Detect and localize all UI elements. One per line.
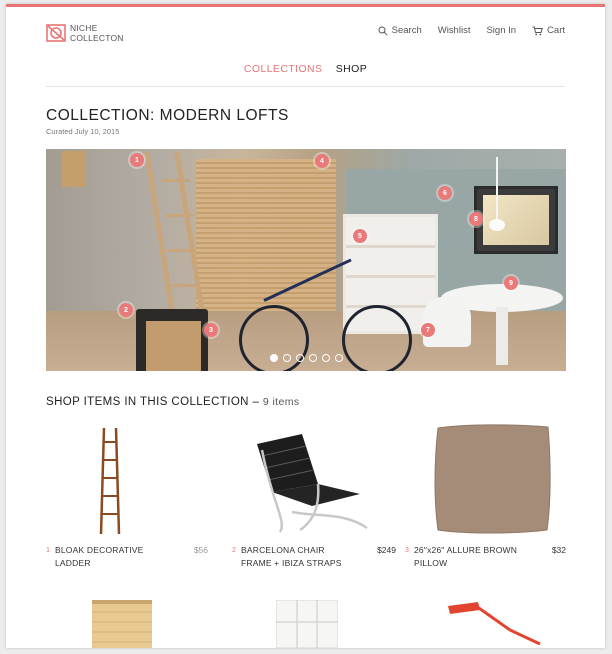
carousel-dot-3[interactable] [295,354,304,362]
product-number: 3 [405,547,409,554]
shelf-line [346,275,435,278]
signin-label: Sign In [486,25,517,36]
hero-wall-box [62,151,86,187]
utility-nav: Search Wishlist Sign In Cart [362,25,565,36]
wishlist-label: Wishlist [437,25,471,36]
search-icon [378,26,388,36]
logo-line-1: NICHE [70,23,98,33]
logo[interactable]: NICHE COLLECTON [46,23,124,43]
hero-ladder-rung [171,284,199,287]
shelf-illustration [275,599,339,648]
hero-tv [474,186,558,254]
nav-shop[interactable]: SHOP [336,63,367,75]
carousel-dot-2[interactable] [282,354,291,362]
product-card[interactable]: 3 26"x26" ALLURE BROWN PILLOW $32 [405,422,566,568]
pillow-illustration [434,424,551,534]
product-price: $32 [551,545,566,555]
top-accent-bar [6,4,605,7]
cart-link[interactable]: Cart [532,25,565,36]
product-number: 1 [46,547,50,554]
hotspot-pin-5[interactable]: 5 [353,229,367,243]
hero-white-chair [423,297,471,347]
product-card[interactable]: 2 BARCELONA CHAIR FRAME + IBIZA STRAPS $… [232,422,396,568]
hotspot-pin-8[interactable]: 8 [469,212,483,226]
product-name[interactable]: BLOAK DECORATIVE LADDER [55,544,165,570]
product-card[interactable]: 1 BLOAK DECORATIVE LADDER $56 [46,422,208,568]
main-nav: COLLECTIONS SHOP [6,63,605,75]
nav-collections[interactable]: COLLECTIONS [244,63,323,75]
hero-ladder-rail [144,151,177,326]
carousel-dot-1[interactable] [269,354,278,362]
search-link[interactable]: Search [378,25,422,36]
hotspot-pin-7[interactable]: 7 [421,323,435,337]
hotspot-pin-3[interactable]: 3 [204,323,218,337]
product-price: $56 [193,545,208,555]
shelf-line [346,245,435,248]
hotspot-pin-6[interactable]: 6 [438,186,452,200]
hero-chair-cushion [146,321,201,371]
carousel-dot-5[interactable] [321,354,330,362]
hotspot-pin-2[interactable]: 2 [119,303,133,317]
page: NICHE COLLECTON Search Wishlist Sign In … [6,4,605,648]
cart-icon [532,26,543,35]
product-image-lamp[interactable] [440,600,550,648]
product-price: $249 [377,545,396,555]
shop-heading: SHOP ITEMS IN THIS COLLECTION – 9 items [46,396,300,408]
carousel-dot-4[interactable] [308,354,317,362]
wishlist-link[interactable]: Wishlist [438,25,471,36]
chair-illustration [257,434,368,533]
hotspot-pin-1[interactable]: 1 [130,153,144,167]
cart-label: Cart [547,25,565,36]
search-label: Search [391,25,422,36]
curated-date: Curated July 10, 2015 [46,127,120,136]
product-name[interactable]: BARCELONA CHAIR FRAME + IBIZA STRAPS [241,544,351,570]
page-title: COLLECTION: MODERN LOFTS [46,107,289,124]
nav-divider [46,86,565,87]
signin-link[interactable]: Sign In [486,25,516,36]
hotspot-pin-4[interactable]: 4 [315,154,329,168]
hero-ladder-rung [168,249,196,252]
shop-heading-separator: – [248,396,263,408]
hero-lamp-arm [496,157,498,227]
carousel-dots [46,354,566,362]
hero-blinds [196,159,336,319]
blind-illustration [92,600,152,648]
carousel-dot-6[interactable] [334,354,343,362]
hero-ladder-rung [165,214,193,217]
product-image-barcelona-chair[interactable] [232,422,392,540]
hero-lamp-head [489,219,505,231]
shop-heading-text: SHOP ITEMS IN THIS COLLECTION [46,396,249,408]
product-number: 2 [232,547,236,554]
hero-ladder-rung [162,179,190,182]
collection-hero-image[interactable]: 1 2 3 4 5 6 7 8 9 [46,149,566,371]
shop-item-count: 9 items [262,396,300,408]
product-image-ladder[interactable] [46,422,206,540]
logo-text: NICHE COLLECTON [70,23,124,43]
logo-line-2: COLLECTON [70,33,124,43]
logo-mark-icon [46,24,66,42]
hotspot-pin-9[interactable]: 9 [504,276,518,290]
lamp-illustration [448,602,541,646]
ladder-illustration [99,427,121,535]
product-image-shelf[interactable] [275,599,339,648]
product-name[interactable]: 26"x26" ALLURE BROWN PILLOW [414,544,524,570]
product-image-pillow[interactable] [405,422,565,540]
product-image-blind[interactable] [92,600,152,648]
